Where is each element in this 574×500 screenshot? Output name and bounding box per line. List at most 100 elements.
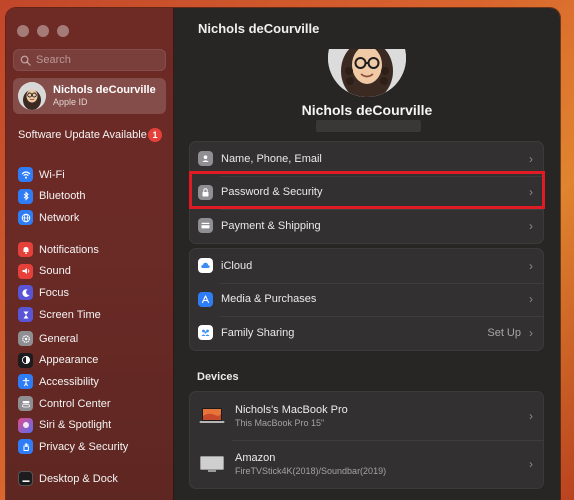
sidebar-item-label: Wi-Fi — [39, 168, 65, 181]
sidebar-item-label: Notifications — [39, 243, 99, 256]
sidebar-item-label: Appearance — [39, 354, 99, 367]
sidebar-item-network[interactable]: Network — [13, 207, 166, 229]
speaker-icon — [18, 263, 33, 279]
sidebar-apple-id-item[interactable]: Nichols deCourville Apple ID — [13, 78, 166, 114]
sidebar-group-desktop: Desktop & Dock — [13, 468, 166, 490]
row-label: Media & Purchases — [221, 293, 317, 306]
media-purchases-row[interactable]: Media & Purchases › — [190, 282, 543, 317]
sidebar-item-label: Privacy & Security — [39, 440, 129, 453]
row-label: iCloud — [221, 259, 253, 272]
sidebar-item-label: Network — [39, 211, 80, 224]
sidebar-item-label: Screen Time — [39, 308, 101, 321]
family-icon — [198, 325, 213, 341]
wifi-icon — [18, 167, 33, 183]
hand-icon — [18, 439, 33, 455]
siri-icon — [18, 417, 33, 433]
device-amazon-row[interactable]: Amazon FireTVStick4K(2018)/Soundbar(2019… — [190, 440, 543, 488]
row-label: Payment & Shipping — [221, 219, 321, 232]
sidebar-item-control-center[interactable]: Control Center — [13, 393, 166, 415]
moon-icon — [18, 285, 33, 301]
device-detail: FireTVStick4K(2018)/Soundbar(2019) — [235, 466, 387, 476]
devices-section-label: Devices — [197, 371, 239, 383]
minimize-window-button[interactable] — [37, 25, 49, 37]
sidebar-item-sound[interactable]: Sound — [13, 261, 166, 283]
family-sharing-row[interactable]: Family Sharing Set Up › — [190, 316, 543, 350]
services-card: iCloud › Media & Purchases › Family Shar… — [189, 248, 544, 351]
sidebar-item-privacy-security[interactable]: Privacy & Security — [13, 436, 166, 458]
sidebar-item-siri-spotlight[interactable]: Siri & Spotlight — [13, 414, 166, 436]
chevron-right-icon: › — [529, 325, 533, 340]
contact-card-icon — [198, 151, 213, 167]
chevron-right-icon: › — [529, 457, 533, 471]
search-icon — [20, 55, 31, 66]
bell-icon — [18, 242, 33, 258]
chevron-right-icon: › — [529, 218, 533, 233]
redacted-email — [316, 120, 421, 132]
sidebar-item-bluetooth[interactable]: Bluetooth — [13, 186, 166, 208]
dock-icon — [18, 471, 33, 487]
gear-icon — [18, 331, 33, 347]
sidebar-item-label: Accessibility — [39, 375, 99, 388]
update-count-badge: 1 — [148, 128, 162, 142]
sidebar-item-focus[interactable]: Focus — [13, 282, 166, 304]
row-label: Name, Phone, Email — [221, 152, 322, 165]
sidebar-item-label: Focus — [39, 286, 69, 299]
control-center-icon — [18, 396, 33, 412]
chevron-right-icon: › — [529, 151, 533, 166]
chevron-right-icon: › — [529, 292, 533, 307]
profile-name: Nichols deCourville — [53, 84, 156, 96]
sidebar-item-desktop-dock[interactable]: Desktop & Dock — [13, 468, 166, 490]
accessibility-icon — [18, 374, 33, 390]
device-detail: This MacBook Pro 15" — [235, 418, 325, 428]
appearance-icon — [18, 352, 33, 368]
icloud-icon — [198, 258, 213, 274]
devices-card: Nichols's MacBook Pro This MacBook Pro 1… — [189, 391, 544, 489]
sidebar-item-appearance[interactable]: Appearance — [13, 350, 166, 372]
device-macbook-row[interactable]: Nichols's MacBook Pro This MacBook Pro 1… — [190, 392, 543, 440]
software-update-label: Software Update Available — [18, 129, 147, 141]
sidebar-item-label: Control Center — [39, 397, 111, 410]
sidebar-item-screen-time[interactable]: Screen Time — [13, 304, 166, 326]
hourglass-icon — [18, 307, 33, 323]
sidebar-item-label: General — [39, 332, 79, 345]
window-controls — [17, 25, 69, 37]
device-name: Amazon — [235, 452, 276, 464]
chevron-right-icon: › — [529, 258, 533, 273]
sidebar-item-accessibility[interactable]: Accessibility — [13, 371, 166, 393]
globe-icon — [18, 210, 33, 226]
app-store-icon — [198, 291, 213, 307]
tv-icon — [199, 455, 225, 473]
sidebar-item-wifi[interactable]: Wi-Fi — [13, 164, 166, 186]
sidebar-item-general[interactable]: General — [13, 328, 166, 350]
system-settings-window: Nichols deCourville Apple ID Software Up… — [6, 8, 560, 500]
family-sharing-setup-value: Set Up — [487, 326, 521, 339]
page-title: Nichols deCourville — [198, 21, 320, 36]
sidebar-item-label: Desktop & Dock — [39, 472, 118, 485]
avatar — [18, 82, 46, 110]
password-security-highlight — [189, 171, 545, 209]
icloud-row[interactable]: iCloud › — [190, 249, 543, 283]
sidebar-item-label: Bluetooth — [39, 190, 86, 203]
search-field[interactable] — [13, 49, 166, 71]
close-window-button[interactable] — [17, 25, 29, 37]
bluetooth-icon — [18, 188, 33, 204]
sidebar-group-network: Wi-Fi Bluetooth Network — [13, 164, 166, 229]
sidebar: Nichols deCourville Apple ID Software Up… — [6, 8, 174, 500]
zoom-window-button[interactable] — [57, 25, 69, 37]
sidebar-item-label: Siri & Spotlight — [39, 419, 112, 432]
macbook-icon — [199, 407, 225, 425]
device-name: Nichols's MacBook Pro — [235, 404, 348, 416]
profile-subtitle: Apple ID — [53, 97, 88, 107]
chevron-right-icon: › — [529, 409, 533, 423]
row-label: Family Sharing — [221, 326, 295, 339]
credit-card-icon — [198, 218, 213, 234]
main-pane: Nichols deCourville Nichols deCourville … — [174, 8, 560, 500]
hero-name: Nichols deCourville — [301, 102, 433, 118]
sidebar-item-notifications[interactable]: Notifications — [13, 239, 166, 261]
sidebar-group-general: General Appearance Accessibility Control… — [13, 328, 166, 458]
sidebar-group-notifications: Notifications Sound Focus Screen Time — [13, 239, 166, 325]
profile-photo[interactable] — [328, 49, 406, 97]
search-input[interactable] — [36, 54, 156, 66]
software-update-item[interactable]: Software Update Available 1 — [18, 128, 162, 142]
payment-shipping-row[interactable]: Payment & Shipping › — [190, 209, 543, 243]
